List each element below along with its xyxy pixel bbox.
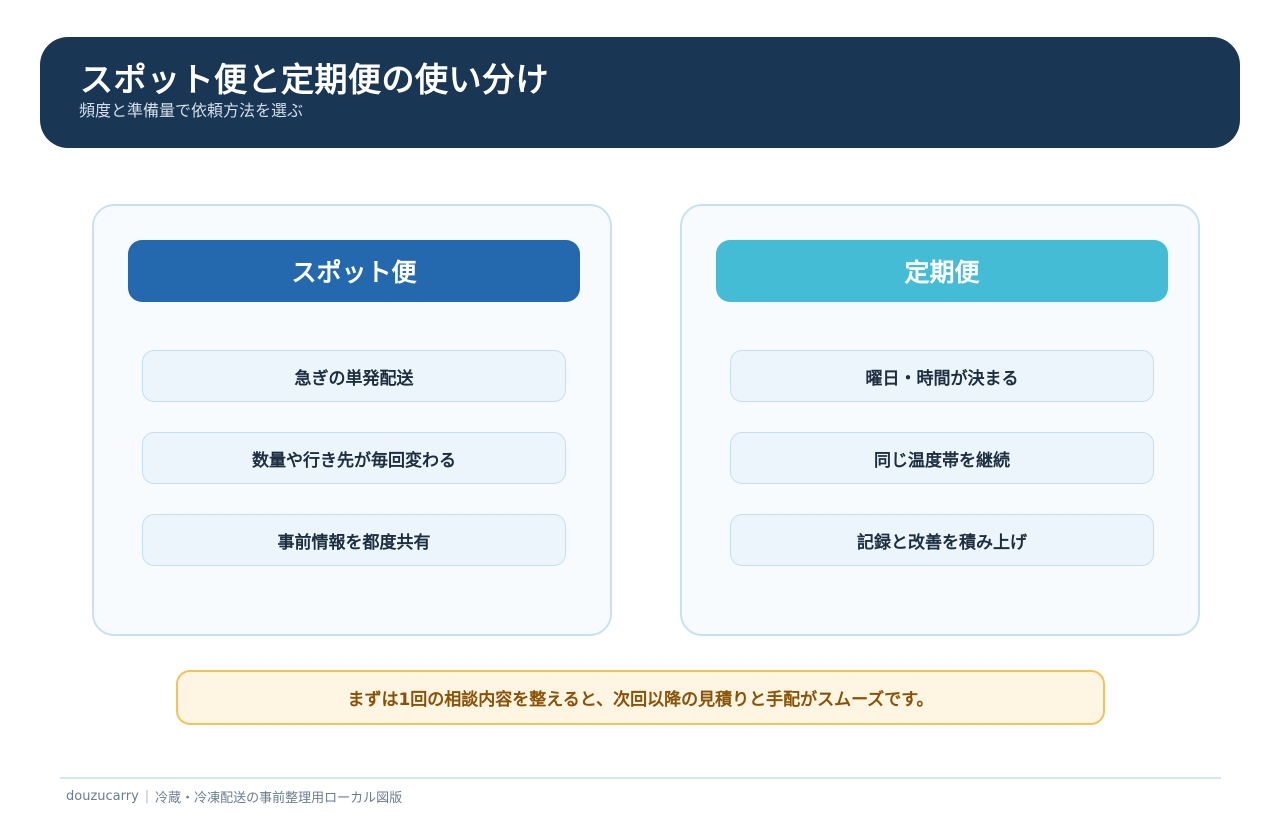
spot-delivery-item: 急ぎの単発配送 bbox=[142, 350, 566, 402]
spot-delivery-item: 事前情報を都度共有 bbox=[142, 514, 566, 566]
regular-delivery-item: 曜日・時間が決まる bbox=[730, 350, 1154, 402]
page-subtitle: 頻度と準備量で依頼方法を選ぶ bbox=[79, 101, 304, 120]
page-title: スポット便と定期便の使い分け bbox=[80, 60, 549, 99]
tip-note: まずは1回の相談内容を整えると、次回以降の見積りと手配がスムーズです。 bbox=[176, 670, 1105, 725]
footer-caption: 冷蔵・冷凍配送の事前整理用ローカル図版 bbox=[155, 790, 403, 806]
footer: douzucarry | 冷蔵・冷凍配送の事前整理用ローカル図版 bbox=[66, 787, 403, 806]
footer-separator: | bbox=[144, 788, 150, 804]
spot-delivery-item: 数量や行き先が毎回変わる bbox=[142, 432, 566, 484]
regular-delivery-heading: 定期便 bbox=[716, 240, 1168, 302]
header-banner: スポット便と定期便の使い分け 頻度と準備量で依頼方法を選ぶ bbox=[40, 37, 1240, 148]
spot-delivery-card: スポット便 急ぎの単発配送 数量や行き先が毎回変わる 事前情報を都度共有 bbox=[92, 204, 612, 636]
regular-delivery-card: 定期便 曜日・時間が決まる 同じ温度帯を継続 記録と改善を積み上げ bbox=[680, 204, 1200, 636]
regular-delivery-item: 同じ温度帯を継続 bbox=[730, 432, 1154, 484]
footer-brand: douzucarry bbox=[66, 788, 139, 804]
footer-divider bbox=[60, 777, 1221, 779]
spot-delivery-heading: スポット便 bbox=[128, 240, 580, 302]
regular-delivery-item: 記録と改善を積み上げ bbox=[730, 514, 1154, 566]
